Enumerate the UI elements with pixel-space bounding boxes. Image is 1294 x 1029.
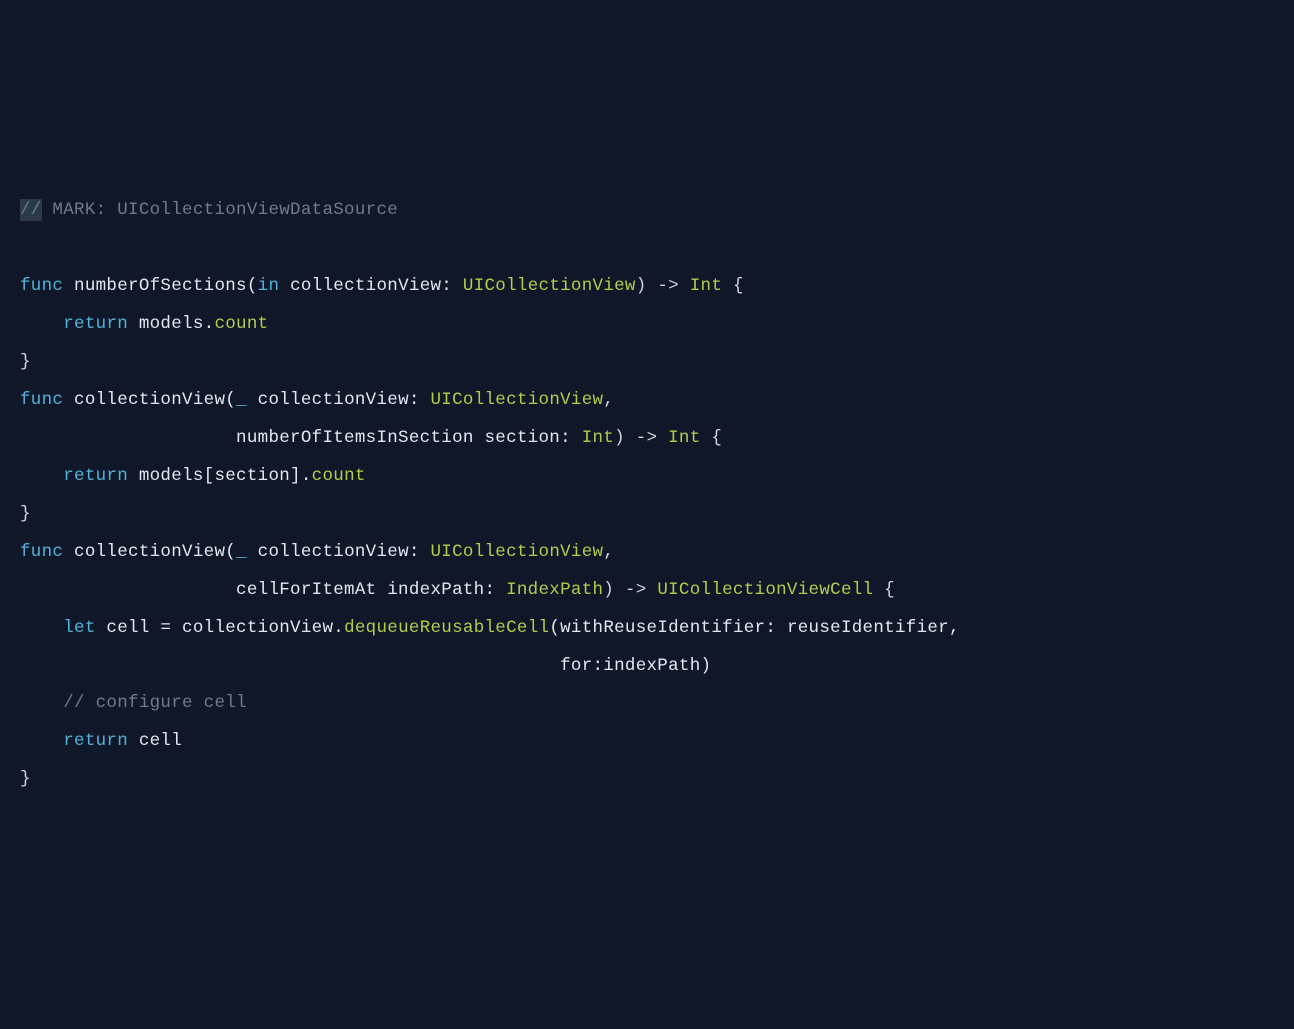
type: UICollectionView xyxy=(431,542,604,562)
keyword-func: func xyxy=(20,390,63,410)
indent xyxy=(20,314,63,334)
keyword-let: let xyxy=(63,618,95,638)
identifier: cell xyxy=(128,731,182,751)
code-line: cellForItemAt indexPath: IndexPath) -> U… xyxy=(20,580,895,600)
punct: ) -> xyxy=(614,428,668,448)
args: (withReuseIdentifier: reuseIdentifier, xyxy=(549,618,959,638)
keyword-func: func xyxy=(20,542,63,562)
brace: } xyxy=(20,504,31,524)
comment: // configure cell xyxy=(63,693,247,713)
type: UICollectionView xyxy=(463,276,636,296)
indent xyxy=(20,693,63,713)
code-line: return cell xyxy=(20,731,182,751)
code-editor[interactable]: // MARK: UICollectionViewDataSource func… xyxy=(20,192,1274,800)
param: collectionView: xyxy=(279,276,463,296)
param: collectionView: xyxy=(247,542,431,562)
indent xyxy=(20,466,63,486)
type: UICollectionView xyxy=(431,390,604,410)
code-line: numberOfItemsInSection section: Int) -> … xyxy=(20,428,722,448)
keyword-return: return xyxy=(63,314,128,334)
code-line: let cell = collectionView.dequeueReusabl… xyxy=(20,618,960,638)
punct: , xyxy=(603,390,614,410)
identifier: cell = collectionView. xyxy=(96,618,344,638)
identifier: models. xyxy=(128,314,214,334)
func-name: collectionView( xyxy=(63,390,236,410)
keyword-underscore: _ xyxy=(236,542,247,562)
identifier: models[section]. xyxy=(128,466,312,486)
punct: { xyxy=(722,276,744,296)
property: count xyxy=(312,466,366,486)
code-line: // MARK: UICollectionViewDataSource xyxy=(20,199,398,221)
code-line: func collectionView(_ collectionView: UI… xyxy=(20,542,614,562)
param: collectionView: xyxy=(247,390,431,410)
comment-mark-prefix: // xyxy=(20,199,42,221)
code-line: for:indexPath) xyxy=(20,656,711,676)
keyword-return: return xyxy=(63,731,128,751)
keyword-func: func xyxy=(20,276,63,296)
type: IndexPath xyxy=(506,580,603,600)
punct: ) -> xyxy=(603,580,657,600)
type: Int xyxy=(582,428,614,448)
punct: ) -> xyxy=(636,276,690,296)
brace: } xyxy=(20,769,31,789)
keyword-return: return xyxy=(63,466,128,486)
indent xyxy=(20,618,63,638)
code-line: } xyxy=(20,352,31,372)
code-line: return models.count xyxy=(20,314,268,334)
args-continued: for:indexPath) xyxy=(20,656,711,676)
code-line: } xyxy=(20,769,31,789)
punct: , xyxy=(603,542,614,562)
code-line: // configure cell xyxy=(20,693,247,713)
method: dequeueReusableCell xyxy=(344,618,549,638)
code-line: func numberOfSections(in collectionView:… xyxy=(20,276,744,296)
code-line: return models[section].count xyxy=(20,466,366,486)
type: UICollectionViewCell xyxy=(657,580,873,600)
code-line: } xyxy=(20,504,31,524)
func-name: numberOfSections( xyxy=(63,276,257,296)
type: Int xyxy=(668,428,700,448)
param: cellForItemAt indexPath: xyxy=(20,580,506,600)
keyword-in: in xyxy=(258,276,280,296)
comment-mark-text: MARK: UICollectionViewDataSource xyxy=(42,200,398,220)
keyword-underscore: _ xyxy=(236,390,247,410)
type: Int xyxy=(690,276,722,296)
property: count xyxy=(214,314,268,334)
indent xyxy=(20,731,63,751)
punct: { xyxy=(873,580,895,600)
punct: { xyxy=(701,428,723,448)
func-name: collectionView( xyxy=(63,542,236,562)
code-line: func collectionView(_ collectionView: UI… xyxy=(20,390,614,410)
param: numberOfItemsInSection section: xyxy=(20,428,582,448)
brace: } xyxy=(20,352,31,372)
